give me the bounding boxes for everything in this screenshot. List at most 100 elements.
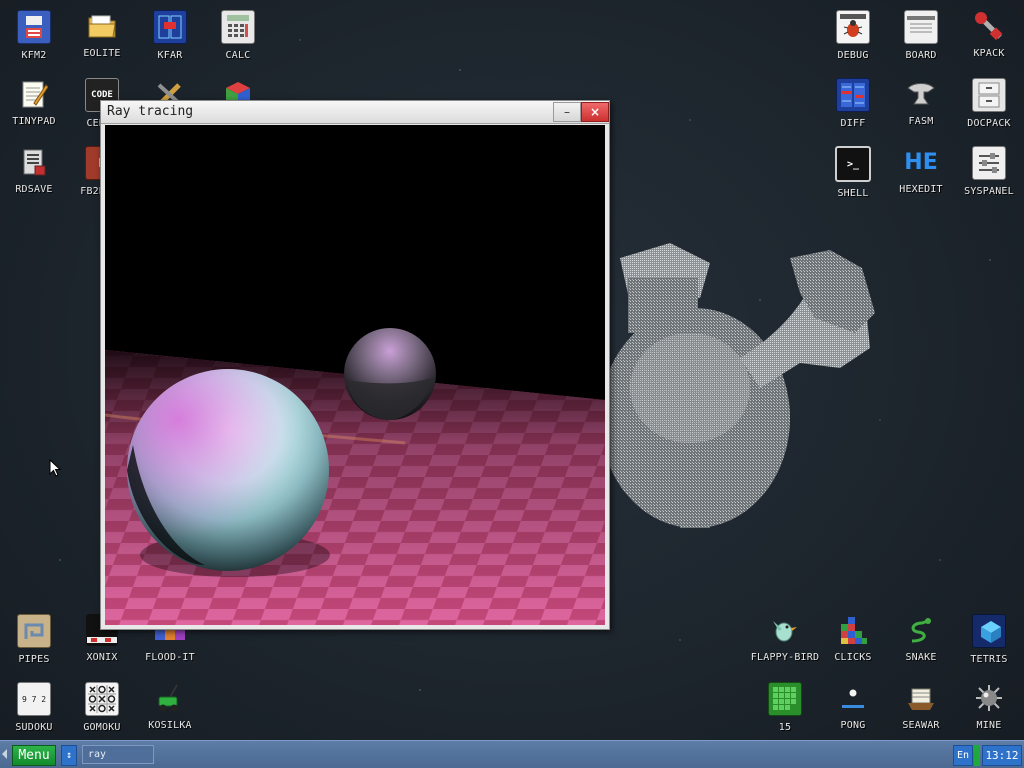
desktop-icon-eolite[interactable]: EOLITE [68, 2, 136, 68]
gomoku-icon [85, 682, 119, 716]
desktop-icon-label: HEXEDIT [899, 184, 943, 195]
desktop-icon-label: SNAKE [905, 652, 937, 663]
menu-button[interactable]: Menu [12, 745, 56, 766]
desktop-icon-rdsave[interactable]: RDSAVE [0, 138, 68, 204]
bug-icon [836, 10, 870, 44]
desktop-icon-label: TINYPAD [12, 116, 56, 127]
anvil-icon [905, 78, 937, 110]
desktop-icon-label: RDSAVE [15, 184, 53, 195]
desktop-icon-label: FLAPPY-BIRD [750, 652, 820, 663]
notepad-icon [18, 78, 50, 110]
window-title: Ray tracing [107, 104, 194, 119]
desktop-icon-label: SYSPANEL [964, 186, 1014, 197]
desktop-icon-label: PIPES [18, 654, 50, 665]
desktop-icon-label: 15 [778, 722, 792, 733]
desktop-icon-label: CALC [225, 50, 251, 61]
mine-icon [973, 682, 1005, 714]
task-switch-arrows-icon[interactable]: ↕ [61, 745, 77, 766]
desktop-icon-gomoku[interactable]: GOMOKU [68, 674, 136, 740]
sudoku-digits: 9 7 2 [21, 694, 47, 704]
window-titlebar[interactable]: Ray tracing – × [101, 101, 609, 124]
desktop-icon-kfm2[interactable]: KFM2 [0, 2, 68, 68]
desktop: KFM2 EOLITE KFAR CALC TINYPAD CODE CEDIT [0, 0, 1024, 768]
hex-icon: HE [904, 146, 938, 178]
desktop-icon-label: TETRIS [970, 654, 1008, 665]
desktop-icon-label: SHELL [837, 188, 869, 199]
keyboard-layout-indicator[interactable]: En [953, 745, 973, 766]
hex-badge-text: HE [904, 149, 938, 175]
desktop-icon-sudoku[interactable]: 9 7 2 SUDOKU [0, 674, 68, 740]
clock[interactable]: 13:12 [982, 745, 1022, 766]
desktop-icon-docpack[interactable]: DOCPACK [955, 70, 1023, 136]
desktop-icon-label: DEBUG [837, 50, 869, 61]
desktop-icon-snake[interactable]: SNAKE [887, 606, 955, 672]
folder-icon [86, 10, 118, 42]
treehouse-wallpaper-art [600, 243, 875, 528]
sudoku-icon: 9 7 2 [17, 682, 51, 716]
tray-separator [974, 745, 980, 766]
ramdisk-save-icon [18, 146, 50, 178]
lawnmower-icon [154, 682, 186, 714]
desktop-icon-label: MINE [976, 720, 1002, 731]
desktop-icon-label: KFAR [157, 50, 183, 61]
desktop-icon-label: DOCPACK [967, 118, 1011, 129]
diff-icon [836, 78, 870, 112]
desktop-icon-syspanel[interactable]: SYSPANEL [955, 138, 1023, 204]
ray-tracing-window[interactable]: Ray tracing – × [100, 100, 610, 630]
desktop-icon-label: FASM [908, 116, 934, 127]
desktop-icon-label: BOARD [905, 50, 937, 61]
code-badge-text: CODE [91, 90, 113, 100]
desktop-icon-label: KPACK [973, 48, 1005, 59]
calculator-icon [221, 10, 255, 44]
pipes-icon [17, 614, 51, 648]
desktop-icon-kpack[interactable]: KPACK [955, 2, 1023, 68]
desktop-icon-hexedit[interactable]: HE HEXEDIT [887, 138, 955, 204]
desktop-icon-tinypad[interactable]: TINYPAD [0, 70, 68, 136]
file-manager-icon [153, 10, 187, 44]
desktop-icon-pong[interactable]: PONG [819, 674, 887, 740]
desktop-icon-shell[interactable]: >_ SHELL [819, 138, 887, 204]
desktop-icon-15[interactable]: 15 [751, 674, 819, 740]
ship-icon [905, 682, 937, 714]
taskbar-item-ray[interactable]: ray [82, 745, 154, 764]
desktop-icon-flappy-bird[interactable]: FLAPPY-BIRD [751, 606, 819, 672]
raytraced-scene [104, 125, 605, 625]
desktop-icon-label: GOMOKU [83, 722, 121, 733]
desktop-icon-diff[interactable]: DIFF [819, 70, 887, 136]
desktop-icon-calc[interactable]: CALC [204, 2, 272, 68]
desktop-icon-label: KFM2 [21, 50, 47, 61]
desktop-icon-label: DIFF [840, 118, 866, 129]
minimize-button[interactable]: – [553, 102, 581, 122]
desktop-icon-kosilka[interactable]: KOSILKA [136, 674, 204, 740]
desktop-icon-pipes[interactable]: PIPES [0, 606, 68, 672]
wrench-icon [973, 10, 1005, 42]
desktop-icon-label: KOSILKA [148, 720, 192, 731]
desktop-icon-debug[interactable]: DEBUG [819, 2, 887, 68]
desktop-icon-clicks[interactable]: CLICKS [819, 606, 887, 672]
desktop-icon-label: FLOOD-IT [145, 652, 195, 663]
board-icon [904, 10, 938, 44]
desktop-icon-label: CLICKS [834, 652, 872, 663]
terminal-icon: >_ [835, 146, 871, 182]
desktop-icon-tetris[interactable]: TETRIS [955, 606, 1023, 672]
render-canvas[interactable] [104, 125, 605, 625]
snake-icon [905, 614, 937, 646]
desktop-icon-board[interactable]: BOARD [887, 2, 955, 68]
desktop-icon-label: PONG [840, 720, 866, 731]
sliders-icon [972, 146, 1006, 180]
fifteen-icon [768, 682, 802, 716]
desktop-icon-label: EOLITE [83, 48, 121, 59]
desktop-icon-mine[interactable]: MINE [955, 674, 1023, 740]
desktop-icon-kfar[interactable]: KFAR [136, 2, 204, 68]
desktop-icon-label: SEAWAR [902, 720, 940, 731]
taskbar-left-arrow-icon[interactable] [2, 749, 7, 759]
mouse-cursor-icon [49, 459, 62, 477]
desktop-icon-label: XONIX [86, 652, 118, 663]
desktop-icon-label: SUDOKU [15, 722, 53, 733]
desktop-icon-fasm[interactable]: FASM [887, 70, 955, 136]
taskbar: Menu ↕ ray En 13:12 [0, 740, 1024, 768]
blocks-icon [837, 614, 869, 646]
close-button[interactable]: × [581, 102, 609, 122]
cabinet-icon [972, 78, 1006, 112]
desktop-icon-seawar[interactable]: SEAWAR [887, 674, 955, 740]
